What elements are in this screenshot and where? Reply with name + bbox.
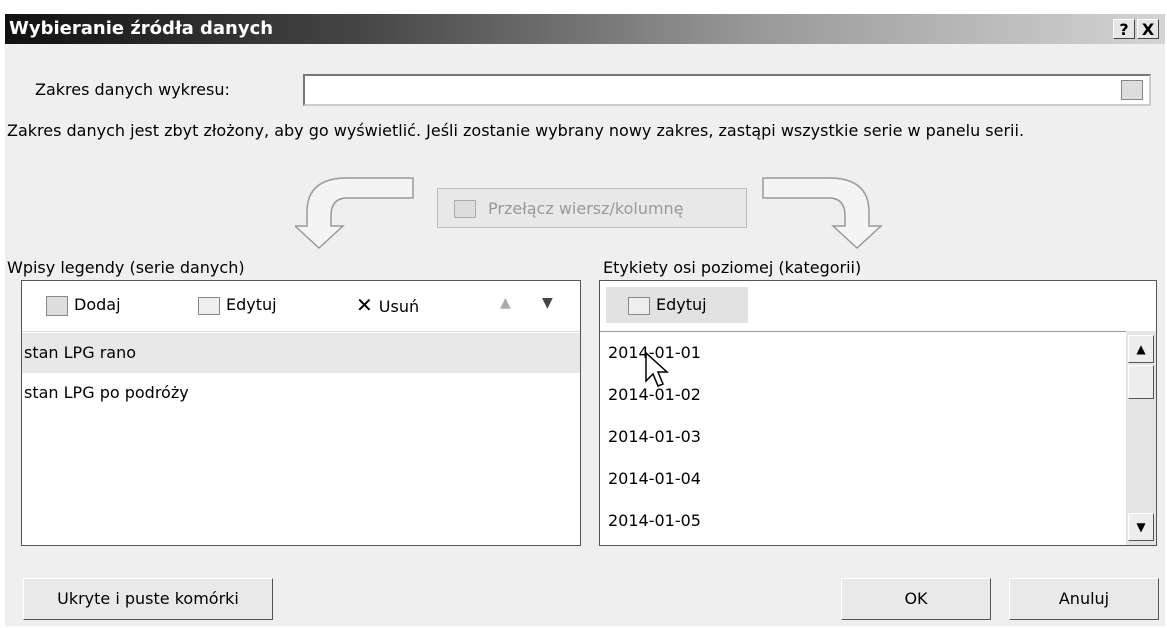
- category-labels-panel: Edytuj 2014-01-01 2014-01-02 2014-01-03 …: [599, 280, 1157, 546]
- axis-labels-label: Etykiety osi poziomej (kategorii): [603, 258, 862, 277]
- remove-label: Usuń: [378, 297, 420, 316]
- range-warning-message: Zakres danych jest zbyt złożony, aby go …: [7, 121, 1025, 140]
- close-button[interactable]: X: [1137, 19, 1159, 39]
- edit-icon: [198, 296, 220, 315]
- remove-x-icon: ✕: [356, 293, 373, 317]
- switch-row-column-button[interactable]: Przełącz wiersz/kolumnę: [437, 188, 747, 228]
- category-list: 2014-01-01 2014-01-02 2014-01-03 2014-01…: [600, 331, 1128, 545]
- add-series-button[interactable]: Dodaj: [46, 295, 121, 316]
- legend-toolbar: Dodaj Edytuj ✕ Usuń ▲ ▼: [22, 281, 580, 332]
- series-item-selected[interactable]: stan LPG rano: [22, 333, 580, 373]
- cancel-button[interactable]: Anuluj: [1009, 578, 1159, 620]
- category-item[interactable]: 2014-01-02: [600, 375, 1128, 415]
- scroll-down-icon[interactable]: ▼: [1128, 513, 1154, 541]
- title-bar: Wybieranie źródła danych ? X: [5, 14, 1165, 44]
- switch-row-column-icon: [454, 200, 476, 218]
- scroll-thumb[interactable]: [1128, 365, 1154, 399]
- range-label: Zakres danych wykresu:: [35, 80, 230, 99]
- collapse-dialog-icon[interactable]: [1121, 80, 1143, 100]
- move-up-icon[interactable]: ▲: [500, 295, 511, 311]
- help-button[interactable]: ?: [1113, 19, 1135, 39]
- legend-series-panel: Dodaj Edytuj ✕ Usuń ▲ ▼ stan LPG rano sta…: [21, 280, 581, 546]
- edit-categories-button[interactable]: Edytuj: [606, 287, 748, 323]
- legend-entries-label: Wpisy legendy (serie danych): [7, 258, 245, 277]
- chart-data-range-input[interactable]: [303, 74, 1151, 106]
- dialog-title: Wybieranie źródła danych: [9, 18, 274, 39]
- switch-button-label: Przełącz wiersz/kolumnę: [488, 199, 684, 218]
- edit-categories-label: Edytuj: [656, 295, 707, 314]
- category-item[interactable]: 2014-01-01: [600, 333, 1128, 373]
- category-item[interactable]: 2014-01-03: [600, 417, 1128, 457]
- category-toolbar: Edytuj: [600, 281, 1156, 332]
- select-data-source-dialog: Wybieranie źródła danych ? X Zakres dany…: [4, 14, 1165, 626]
- edit-label: Edytuj: [226, 295, 277, 314]
- mouse-cursor-icon: [645, 351, 669, 387]
- move-down-icon[interactable]: ▼: [542, 295, 553, 311]
- ok-button[interactable]: OK: [841, 578, 991, 620]
- scroll-up-icon[interactable]: ▲: [1128, 335, 1154, 363]
- remove-series-button[interactable]: ✕ Usuń: [356, 293, 419, 317]
- series-item[interactable]: stan LPG po podróży: [22, 373, 580, 413]
- hidden-empty-cells-button[interactable]: Ukryte i puste komórki: [23, 578, 273, 620]
- add-label: Dodaj: [74, 295, 121, 314]
- right-curved-arrow-icon: [762, 177, 883, 250]
- edit-icon: [628, 296, 650, 315]
- edit-series-button[interactable]: Edytuj: [198, 295, 277, 315]
- category-item[interactable]: 2014-01-04: [600, 459, 1128, 499]
- category-scrollbar[interactable]: ▲ ▼: [1126, 331, 1156, 545]
- add-icon: [46, 295, 68, 316]
- category-item[interactable]: 2014-01-05: [600, 501, 1128, 541]
- left-curved-arrow-icon: [295, 177, 414, 250]
